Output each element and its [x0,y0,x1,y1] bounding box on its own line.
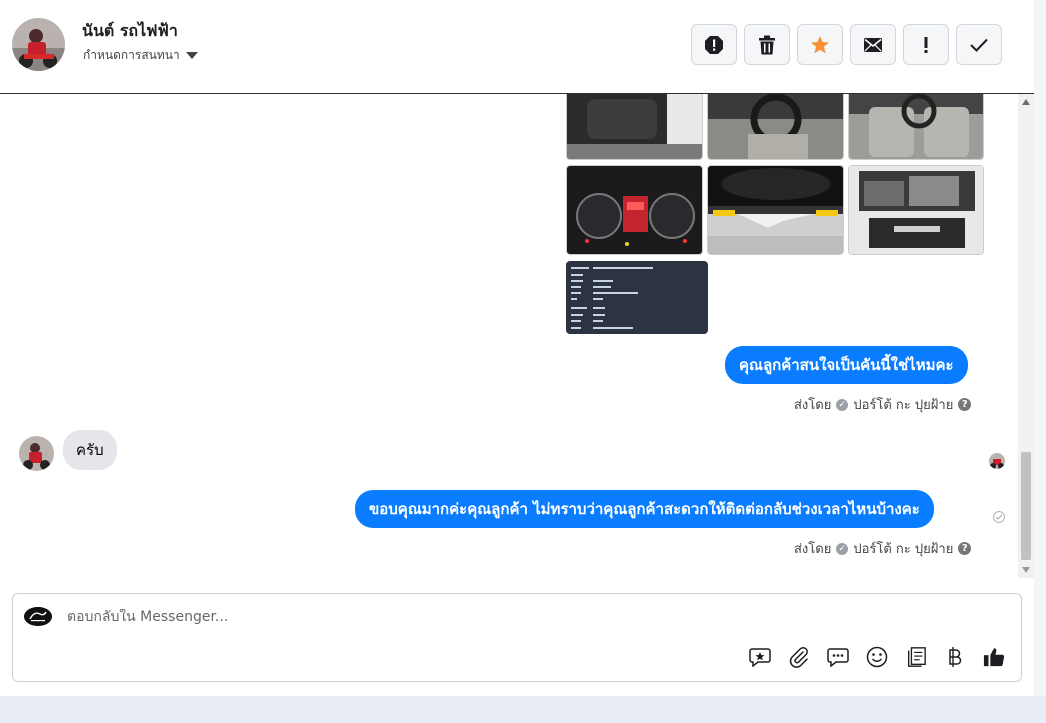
scrollbar-thumb[interactable] [1021,452,1031,560]
seen-avatar [989,453,1005,469]
baht-icon[interactable] [944,646,966,668]
envelope-icon [864,37,882,52]
conversation-actions [691,24,1002,65]
page-check-icon: ✓ [836,542,849,555]
attachment-icon[interactable] [788,646,810,668]
sent-by-name[interactable]: ปอร์โต้ กะ ปุยฝ้าย [853,538,953,559]
message-list: คุณลูกค้าสนใจเป็นคันนี้ใช่ไหมคะ ส่งโดย ✓… [0,94,1018,578]
composer-toolbar [749,646,1005,668]
reply-input[interactable] [67,609,967,625]
outgoing-message[interactable]: ขอบคุณมากค่ะคุณลูกค้า ไม่ทราบว่าคุณลูกค้… [355,490,934,528]
alert-octagon-icon [705,35,723,54]
star-button[interactable] [797,24,843,65]
trash-icon [759,35,775,54]
message-scrollbar[interactable] [1018,94,1034,578]
catalog-icon[interactable] [905,646,927,668]
page-scrollbar[interactable] [1034,0,1046,696]
sent-by-info: ส่งโดย ✓ ปอร์โต้ กะ ปุยฝ้าย ? [794,394,972,415]
sent-by-info: ส่งโดย ✓ ปอร์โต้ กะ ปุยฝ้าย ? [794,538,972,559]
exclamation-icon [924,36,928,53]
sent-by-name[interactable]: ปอร์โต้ กะ ปุยฝ้าย [853,394,953,415]
assign-label: กำหนดการสนทนา [83,48,180,62]
caret-down-icon [185,52,198,59]
car-photo-steering[interactable] [707,94,844,160]
car-photo-seats[interactable] [848,94,984,160]
mark-spam-button[interactable] [691,24,737,65]
delete-button[interactable] [744,24,790,65]
conversation-panel: นันต์ รถไฟฟ้า กำหนดการสนทนา คุณลูกค้าสนใ… [0,0,1034,696]
chat-bubble-icon[interactable] [827,646,849,668]
follow-up-button[interactable] [903,24,949,65]
sent-by-prefix: ส่งโดย [794,542,832,557]
saved-reply-icon[interactable] [749,646,771,668]
contact-name: นันต์ รถไฟฟ้า [82,21,178,40]
emoji-icon[interactable] [866,646,888,668]
reply-composer [12,593,1022,682]
incoming-message[interactable]: ครับ [63,430,117,470]
scroll-down-arrow[interactable] [1022,567,1030,573]
sent-by-prefix: ส่งโดย [794,398,832,413]
mark-done-button[interactable] [956,24,1002,65]
car-spec-image[interactable] [566,261,708,334]
car-photo-door[interactable] [566,94,703,160]
scroll-up-arrow[interactable] [1022,99,1030,105]
car-photo-underside[interactable] [707,165,844,255]
help-icon[interactable]: ? [958,398,972,411]
page-bottom-strip [0,696,1046,723]
conversation-header: นันต์ รถไฟฟ้า กำหนดการสนทนา [0,0,1034,94]
message-text: คุณลูกค้าสนใจเป็นคันนี้ใช่ไหมคะ [739,356,954,374]
sent-status-icon [993,511,1005,523]
car-photo-dashboard[interactable] [566,165,703,255]
help-icon[interactable]: ? [958,542,972,555]
contact-avatar[interactable] [12,18,65,71]
assign-conversation-dropdown[interactable]: กำหนดการสนทนา [83,46,198,65]
contact-avatar-small[interactable] [19,436,54,471]
star-icon [811,35,829,53]
page-logo [24,607,52,626]
message-text: ครับ [76,441,104,459]
car-photo-front[interactable] [848,165,984,255]
page-check-icon: ✓ [836,398,849,411]
mark-unread-button[interactable] [850,24,896,65]
outgoing-message[interactable]: คุณลูกค้าสนใจเป็นคันนี้ใช่ไหมคะ [725,346,968,384]
message-text: ขอบคุณมากค่ะคุณลูกค้า ไม่ทราบว่าคุณลูกค้… [369,500,920,518]
check-icon [970,38,988,52]
like-icon[interactable] [983,646,1005,668]
